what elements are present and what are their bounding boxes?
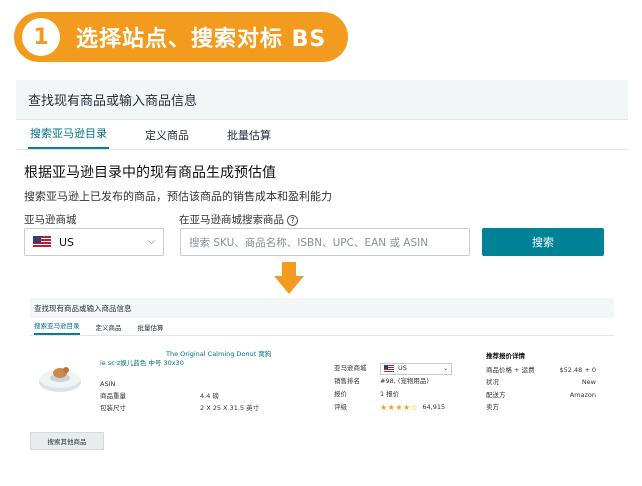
seller-label: 卖方 xyxy=(486,403,499,411)
tab-bar: 搜索亚马逊目录 定义商品 批量估算 xyxy=(16,120,628,150)
field-labels: 亚马逊商城 在亚马逊商城搜索商品? xyxy=(24,212,628,227)
result-panel: 查找现有商品或输入商品信息 搜索亚马逊目录 定义商品 批量估算 The Orig… xyxy=(30,298,614,458)
product-market-info: 亚马逊商城 US ⌄ 销售排名 #98, (宠物用品) 报价 1 报价 评级 ★★★★… xyxy=(334,362,452,414)
rating-stars-icon: ★★★★☆ xyxy=(380,403,419,412)
chevron-down-icon: ⌄ xyxy=(442,365,448,372)
mini-marketplace-value: US xyxy=(398,364,407,372)
revenue-calculator-panel: 查找现有商品或输入商品信息 搜索亚马逊目录 定义商品 批量估算 根据亚马逊目录中… xyxy=(16,80,628,272)
product-info: ASIN 商品重量 4.4 磅 包装尺寸 2 X 25 X 31.5 英寸 xyxy=(100,378,259,414)
step-title: 选择站点、搜索对标 BS xyxy=(76,27,327,52)
search-label: 在亚马逊商城搜索商品 xyxy=(179,214,284,226)
weight-value: 4.4 磅 xyxy=(200,392,219,400)
rank-value: #98, (宠物用品) xyxy=(380,377,429,385)
offer-details: 推荐报价详情 商品价格 + 运费 $52.48 + 0 状况 New 配送方 Amaz… xyxy=(486,350,596,414)
product-image xyxy=(39,367,81,392)
section-title: 根据亚马逊目录中的现有商品生成预估值 xyxy=(24,165,276,181)
marketplace-value: US xyxy=(59,235,75,249)
us-flag-icon xyxy=(33,236,51,248)
rank-label: 销售排名 xyxy=(334,377,360,385)
reviews-label: 评级 xyxy=(334,403,347,411)
search-other-products-button[interactable]: 搜索其他商品 xyxy=(30,432,104,450)
price-value: $52.48 + 0 xyxy=(559,365,596,374)
product-title-line2: ie sc·z娱儿蓝色 中号 30x30 xyxy=(100,359,184,367)
offers-label: 报价 xyxy=(334,390,347,398)
price-label: 商品价格 + 运费 xyxy=(486,365,535,374)
offer-details-title: 推荐报价详情 xyxy=(486,352,525,360)
mini-marketplace-select[interactable]: US ⌄ xyxy=(380,362,452,375)
mid-marketplace-label: 亚马逊商城 xyxy=(334,364,367,372)
condition-value: New xyxy=(581,378,596,386)
search-label-wrap: 在亚马逊商城搜索商品? xyxy=(179,212,298,227)
fulfilled-label: 配送方 xyxy=(486,390,506,399)
chevron-down-icon: ⌵ xyxy=(148,237,155,247)
arrow-down-icon xyxy=(274,262,304,294)
tab-search-catalog[interactable]: 搜索亚马逊目录 xyxy=(28,125,109,149)
product-title-line1: The Original Calming Donut 窝狗 xyxy=(166,350,272,358)
fulfilled-value: Amazon xyxy=(569,390,596,399)
search-button[interactable]: 搜索 xyxy=(482,228,604,256)
result-tab-search-catalog[interactable]: 搜索亚马逊目录 xyxy=(34,320,80,335)
step-number-badge: 1 xyxy=(22,18,60,56)
result-tab-bar: 搜索亚马逊目录 定义商品 批量估算 xyxy=(30,318,614,336)
search-input[interactable]: 搜索 SKU、商品名称、ISBN、UPC、EAN 或 ASIN xyxy=(180,228,470,256)
marketplace-select[interactable]: US ⌵ xyxy=(24,228,164,256)
panel-header: 查找现有商品或输入商品信息 xyxy=(16,80,628,120)
section-subtitle: 搜索亚马逊上已发布的商品，预估该商品的销售成本和盈利能力 xyxy=(24,190,332,203)
search-controls: US ⌵ 搜索 SKU、商品名称、ISBN、UPC、EAN 或 ASIN 搜索 xyxy=(24,228,604,256)
result-tab-bulk-estimate[interactable]: 批量估算 xyxy=(138,322,164,335)
offers-value: 1 报价 xyxy=(380,390,400,398)
product-title[interactable]: The Original Calming Donut 窝狗 ie sc·z娱儿蓝… xyxy=(100,350,300,368)
size-label: 包装尺寸 xyxy=(100,404,126,412)
size-value: 2 X 25 X 31.5 英寸 xyxy=(200,404,260,412)
weight-label: 商品重量 xyxy=(100,392,126,400)
asin-label: ASIN xyxy=(100,380,116,388)
marketplace-label: 亚马逊商城 xyxy=(24,214,77,226)
result-tab-define-product[interactable]: 定义商品 xyxy=(96,322,122,335)
condition-label: 状况 xyxy=(486,378,499,386)
reviews-count: 64,915 xyxy=(422,403,446,411)
result-panel-header: 查找现有商品或输入商品信息 xyxy=(30,298,614,318)
help-icon[interactable]: ? xyxy=(287,214,298,226)
step-banner: 1 选择站点、搜索对标 BS xyxy=(14,12,348,62)
tab-bulk-estimate[interactable]: 批量估算 xyxy=(225,127,273,149)
tab-define-product[interactable]: 定义商品 xyxy=(143,127,191,149)
us-flag-icon xyxy=(384,365,394,372)
